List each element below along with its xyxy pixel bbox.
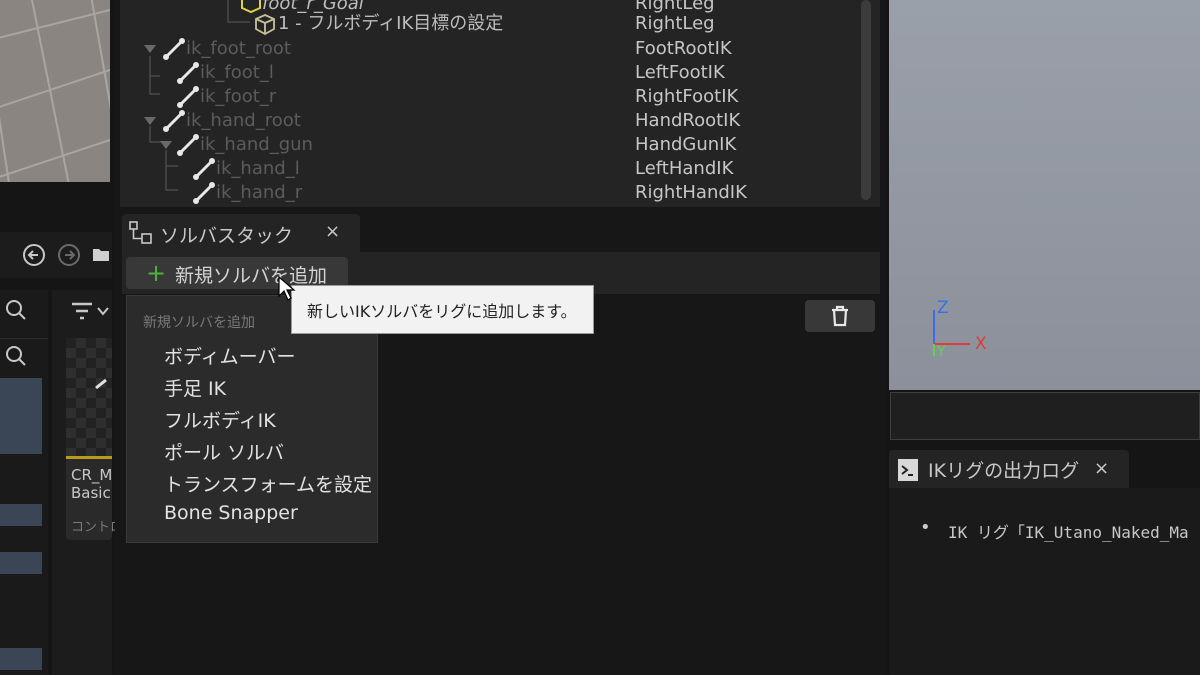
expand-arrow-icon[interactable] (144, 117, 156, 125)
retarget-chain-label: FootRootIK (635, 38, 732, 59)
add-new-solver-label: 新規ソルバを追加 (175, 265, 328, 287)
output-log-title: IKリグの出力ログ (928, 460, 1080, 482)
menu-item-full-body-ik[interactable]: フルボディIK (164, 406, 276, 433)
delete-solver-button[interactable] (805, 300, 875, 332)
menu-item-set-transform[interactable]: トランスフォームを設定 (164, 470, 372, 497)
expand-arrow-icon[interactable] (160, 141, 172, 149)
output-log-body (889, 488, 1200, 675)
rig-icon (95, 378, 107, 390)
asset-thumbnail (66, 338, 112, 456)
axis-x-label: X (975, 334, 987, 354)
search-icon[interactable] (2, 342, 30, 370)
tree-row[interactable]: ik_foot_l LeftFootIK (120, 61, 855, 85)
tree-row[interactable]: ik_foot_r RightFootIK (120, 85, 855, 109)
console-icon (897, 458, 919, 486)
tree-row[interactable]: ik_hand_r RightHandIK (120, 181, 855, 205)
tree-row[interactable]: ik_hand_gun HandGunIK (120, 133, 855, 157)
axis-y-label: Y (937, 344, 946, 360)
tree-item-label: ik_hand_l (216, 158, 300, 179)
mouse-cursor-icon (278, 275, 298, 306)
tree-row[interactable]: ik_hand_l LeftHandIK (120, 157, 855, 181)
content-browser-assets: CR_M Basic コントロ (52, 290, 123, 675)
tree-item-label: ik_foot_root (186, 38, 291, 59)
tree-item-label: ik_foot_r (200, 86, 277, 107)
close-icon[interactable]: × (1094, 458, 1109, 479)
retarget-chain-label: RightLeg (635, 13, 715, 34)
forward-arrow-icon[interactable] (55, 241, 83, 269)
tooltip-text: 新しいIKソルバをリグに追加します。 (307, 302, 577, 321)
tree-item-label: ik_hand_root (186, 110, 301, 131)
hierarchy-tree-panel[interactable]: foot_r_Goal RightLeg 1 - フルボディIK目標の設定 Ri… (120, 0, 880, 207)
retarget-chain-label: HandGunIK (635, 134, 737, 155)
menu-item-bone-snapper[interactable]: Bone Snapper (164, 502, 298, 524)
viewport-bottom-bar[interactable] (890, 392, 1200, 440)
asset-tile[interactable]: CR_M Basic コントロ (66, 338, 123, 540)
folder-tree-selection[interactable] (0, 378, 42, 454)
menu-item-pole-solver[interactable]: ポール ソルバ (164, 438, 284, 465)
tree-scrollbar[interactable] (861, 0, 871, 200)
expand-arrow-icon[interactable] (144, 45, 156, 53)
search-icon[interactable] (2, 296, 30, 324)
retarget-chain-label: RightFootIK (635, 86, 739, 107)
divider (0, 338, 48, 339)
retarget-chain-label: LeftFootIK (635, 62, 725, 83)
left-gap (0, 182, 110, 230)
filter-icon[interactable] (70, 298, 114, 326)
tree-row[interactable]: 1 - フルボディIK目標の設定 RightLeg (120, 12, 855, 36)
tree-item-label: ik_hand_r (216, 182, 303, 203)
folder-tree-item[interactable] (0, 648, 42, 670)
log-line: IK リグ「IK_Utano_Naked_Ma (948, 523, 1189, 542)
retarget-chain-label: LeftHandIK (635, 158, 734, 179)
tree-row[interactable]: ik_foot_root FootRootIK (120, 37, 855, 61)
menu-item-limb-ik[interactable]: 手足 IK (164, 374, 226, 401)
tree-item-label: ik_hand_gun (200, 134, 313, 155)
tree-row[interactable]: ik_hand_root HandRootIK (120, 109, 855, 133)
close-icon[interactable]: × (325, 221, 340, 242)
viewport-floor-grid (0, 0, 110, 182)
trash-icon (832, 305, 848, 327)
asset-type-stripe (66, 456, 112, 459)
axis-z-label: Z (937, 298, 949, 318)
tree-item-label: ik_foot_l (200, 62, 274, 83)
folder-icon[interactable] (92, 245, 110, 263)
retarget-chain-label: RightHandIK (635, 182, 747, 203)
tree-item-label: 1 - フルボディIK目標の設定 (278, 13, 504, 34)
retarget-chain-label: HandRootIK (635, 110, 741, 131)
content-browser-nav (0, 232, 112, 278)
solver-stack-title: ソルバスタック (160, 225, 294, 247)
folder-tree-item[interactable] (0, 552, 42, 574)
bone-icon (192, 181, 216, 212)
preview-viewport[interactable]: Z X Y (889, 0, 1200, 390)
dropdown-header: 新規ソルバを追加 (143, 315, 255, 331)
asset-name: CR_M (71, 466, 113, 484)
log-bullet: • (920, 517, 931, 538)
menu-item-body-mover[interactable]: ボディムーバー (164, 342, 295, 369)
folder-tree-item[interactable] (0, 504, 42, 526)
plus-icon: + (146, 259, 167, 287)
solver-stack-icon (129, 221, 153, 249)
content-browser-sources (0, 290, 48, 675)
asset-name-line2: Basic (71, 484, 111, 502)
left-viewport[interactable] (0, 0, 110, 182)
back-arrow-icon[interactable] (20, 241, 48, 269)
